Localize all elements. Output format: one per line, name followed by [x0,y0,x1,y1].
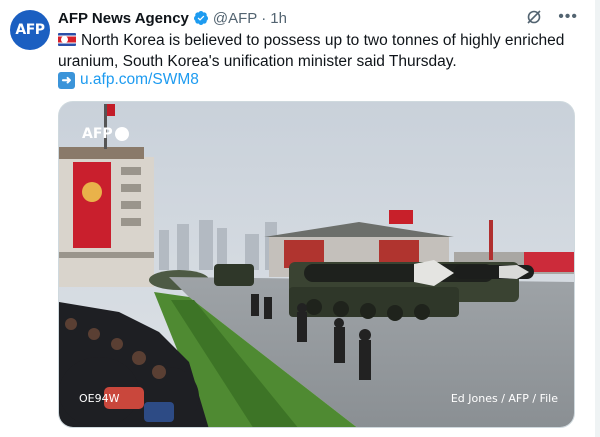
afp-avatar[interactable]: AFP [10,10,50,50]
account-name[interactable]: AFP News Agency [58,10,189,27]
grok-icon[interactable] [526,9,542,25]
tweet-link[interactable]: u.afp.com/SWM8 [80,71,199,89]
photo-code: OE94W [79,392,120,405]
tweet-body: North Korea is believed to possess up to… [58,32,565,70]
watermark-text: AFP [82,126,113,142]
tweet-time[interactable]: 1h [270,10,287,27]
verified-badge-icon [193,11,208,25]
tweet-header: AFP News Agency @AFP · 1h [58,8,287,28]
tweet-actions: ••• [526,9,578,25]
more-icon[interactable]: ••• [558,9,578,25]
avatar-text: AFP [15,22,45,38]
header-separator: · [261,9,267,27]
parade-photo [59,102,574,427]
tweet-photo[interactable]: AFP OE94W Ed Jones / AFP / File [58,101,575,428]
watermark-dot-icon [114,127,129,141]
photo-credit: Ed Jones / AFP / File [450,392,558,405]
tweet-text: North Korea is believed to possess up to… [58,30,578,72]
right-edge-strip [595,0,600,437]
south-korea-flag-icon [58,33,76,46]
account-handle[interactable]: @AFP [213,10,257,27]
afp-watermark: AFP [82,126,129,142]
link-row: ➜ u.afp.com/SWM8 [58,70,199,90]
right-arrow-icon: ➜ [58,71,75,89]
